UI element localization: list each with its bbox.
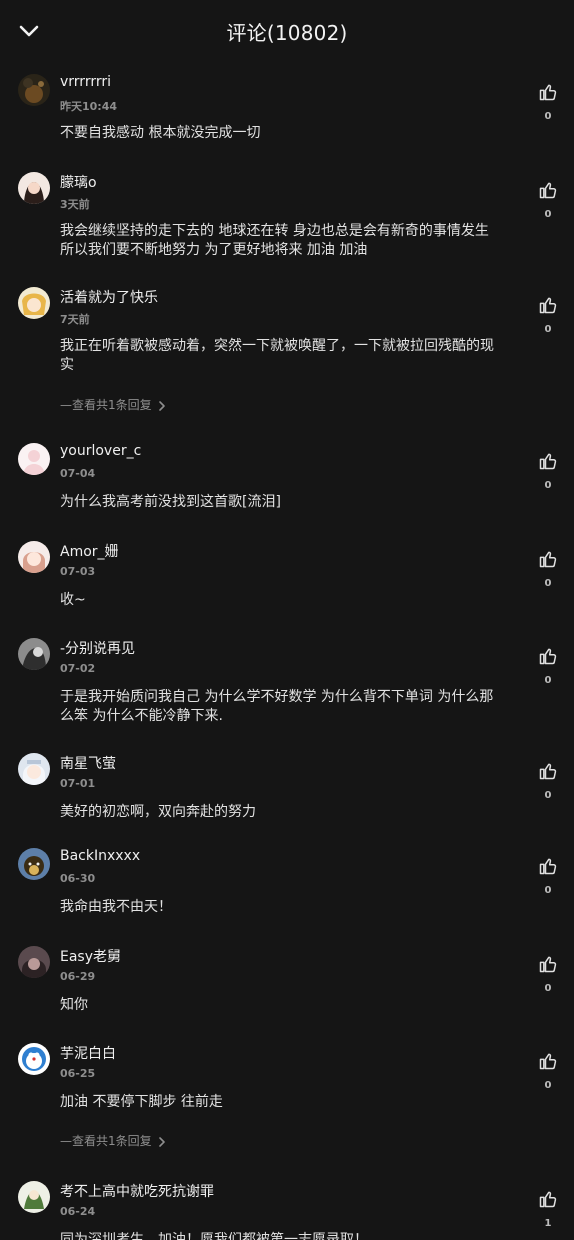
username[interactable]: yourlover_c bbox=[60, 443, 141, 459]
like-button[interactable] bbox=[536, 295, 560, 319]
like-count: 0 bbox=[544, 480, 552, 491]
username[interactable]: BackInxxxx bbox=[60, 848, 140, 864]
avatar[interactable] bbox=[18, 172, 50, 204]
comment-time: 06-30 bbox=[60, 872, 96, 885]
comment-time: 7天前 bbox=[60, 313, 90, 326]
comment-text: 我正在听着歌被感动着，突然一下就被唤醒了，一下就被拉回残酷的现实 bbox=[60, 338, 494, 373]
avatar[interactable] bbox=[18, 541, 50, 573]
chevron-right-icon bbox=[158, 400, 165, 411]
like-button[interactable] bbox=[536, 646, 560, 670]
username[interactable]: Easy老舅 bbox=[60, 946, 121, 966]
thumbs-up-icon bbox=[539, 84, 557, 101]
like-count: 0 bbox=[544, 885, 552, 896]
comment-item: 考不上高中就吃死抗谢罪 06-24 同为深圳考生，加油！愿我们都被第一志愿录取！… bbox=[0, 1181, 574, 1240]
comment-item: Amor_姗 07-03 收~ 0 bbox=[0, 541, 574, 621]
like-count: 0 bbox=[544, 111, 552, 122]
avatar[interactable] bbox=[18, 1043, 50, 1075]
thumbs-up-icon bbox=[539, 763, 557, 780]
avatar[interactable] bbox=[18, 848, 50, 880]
avatar[interactable] bbox=[18, 287, 50, 319]
comment-time: 07-02 bbox=[60, 662, 96, 675]
like-count: 0 bbox=[544, 578, 552, 589]
comment-text: 我会继续坚持的走下去的 地球还在转 身边也总是会有新奇的事情发生 所以我们要不断… bbox=[60, 223, 489, 258]
like-button[interactable] bbox=[536, 180, 560, 204]
like-button[interactable] bbox=[536, 1051, 560, 1075]
thumbs-up-icon bbox=[539, 1191, 557, 1208]
comment-text: 于是我开始质问我自己 为什么学不好数学 为什么背不下单词 为什么那么笨 为什么不… bbox=[60, 689, 494, 724]
thumbs-up-icon bbox=[539, 956, 557, 973]
avatar[interactable] bbox=[18, 638, 50, 670]
comment-text: 美好的初恋啊，双向奔赴的努力 bbox=[60, 804, 256, 820]
avatar[interactable] bbox=[18, 74, 50, 106]
comment-time: 07-04 bbox=[60, 467, 96, 480]
username[interactable]: 南星飞萤 bbox=[60, 753, 116, 773]
comment-item: yourlover_c 07-04 为什么我高考前没找到这首歌[流泪] 0 bbox=[0, 443, 574, 523]
comment-text: 加油 不要停下脚步 往前走 bbox=[60, 1094, 223, 1110]
header: 评论(10802) bbox=[0, 0, 574, 62]
comment-item: 南星飞萤 07-01 美好的初恋啊，双向奔赴的努力 0 bbox=[0, 753, 574, 833]
comment-text: 收~ bbox=[60, 592, 86, 608]
username[interactable]: 考不上高中就吃死抗谢罪 bbox=[60, 1181, 214, 1201]
like-button[interactable] bbox=[536, 761, 560, 785]
username[interactable]: -分别说再见 bbox=[60, 638, 135, 658]
like-count: 1 bbox=[544, 1218, 552, 1229]
username[interactable]: vrrrrrrri bbox=[60, 74, 111, 90]
comment-item: 芋泥白白 06-25 加油 不要停下脚步 往前走 —查看共1条回复 0 bbox=[0, 1043, 574, 1173]
page-title: 评论(10802) bbox=[226, 21, 348, 45]
comment-item: 朦璃o 3天前 我会继续坚持的走下去的 地球还在转 身边也总是会有新奇的事情发生… bbox=[0, 172, 574, 272]
avatar[interactable] bbox=[18, 753, 50, 785]
comment-item: BackInxxxx 06-30 我命由我不由天！ 0 bbox=[0, 848, 574, 928]
thumbs-up-icon bbox=[539, 297, 557, 314]
comment-time: 07-03 bbox=[60, 565, 96, 578]
username[interactable]: Amor_姗 bbox=[60, 541, 119, 561]
comment-item: 活着就为了快乐 7天前 我正在听着歌被感动着，突然一下就被唤醒了，一下就被拉回残… bbox=[0, 287, 574, 417]
view-replies-link[interactable]: —查看共1条回复 bbox=[60, 1132, 166, 1149]
avatar[interactable] bbox=[18, 946, 50, 978]
like-count: 0 bbox=[544, 1080, 552, 1091]
comment-time: 06-29 bbox=[60, 970, 96, 983]
like-button[interactable] bbox=[536, 549, 560, 573]
view-replies-label: —查看共1条回复 bbox=[60, 398, 152, 412]
comment-text: 我命由我不由天！ bbox=[60, 899, 172, 915]
like-count: 0 bbox=[544, 324, 552, 335]
like-button[interactable] bbox=[536, 82, 560, 106]
thumbs-up-icon bbox=[539, 182, 557, 199]
comment-item: -分别说再见 07-02 于是我开始质问我自己 为什么学不好数学 为什么背不下单… bbox=[0, 638, 574, 738]
comment-time: 昨天10:44 bbox=[60, 100, 118, 113]
username[interactable]: 朦璃o bbox=[60, 172, 97, 192]
avatar[interactable] bbox=[18, 443, 50, 475]
like-button[interactable] bbox=[536, 451, 560, 475]
comment-text: 不要自我感动 根本就没完成一切 bbox=[60, 125, 261, 141]
like-button[interactable] bbox=[536, 954, 560, 978]
comment-text: 知你 bbox=[60, 997, 88, 1013]
thumbs-up-icon bbox=[539, 453, 557, 470]
thumbs-up-icon bbox=[539, 648, 557, 665]
view-replies-link[interactable]: —查看共1条回复 bbox=[60, 396, 166, 413]
comment-item: vrrrrrrri 昨天10:44 不要自我感动 根本就没完成一切 0 bbox=[0, 74, 574, 164]
like-button[interactable] bbox=[536, 856, 560, 880]
like-count: 0 bbox=[544, 790, 552, 801]
comment-text: 为什么我高考前没找到这首歌[流泪] bbox=[60, 494, 281, 510]
comment-time: 3天前 bbox=[60, 198, 90, 211]
thumbs-up-icon bbox=[539, 551, 557, 568]
comment-time: 06-25 bbox=[60, 1067, 96, 1080]
username[interactable]: 活着就为了快乐 bbox=[60, 287, 158, 307]
chevron-right-icon bbox=[158, 1136, 165, 1147]
like-count: 0 bbox=[544, 983, 552, 994]
comment-time: 07-01 bbox=[60, 777, 96, 790]
view-replies-label: —查看共1条回复 bbox=[60, 1134, 152, 1148]
comments-page: 评论(10802) vrrrrrrri 昨天10:44 不要自我感动 根本就没完… bbox=[0, 0, 574, 1240]
comment-text: 同为深圳考生，加油！愿我们都被第一志愿录取！ bbox=[60, 1232, 368, 1240]
like-count: 0 bbox=[544, 209, 552, 220]
thumbs-up-icon bbox=[539, 858, 557, 875]
comment-time: 06-24 bbox=[60, 1205, 96, 1218]
comment-item: Easy老舅 06-29 知你 0 bbox=[0, 946, 574, 1026]
thumbs-up-icon bbox=[539, 1053, 557, 1070]
like-count: 0 bbox=[544, 675, 552, 686]
avatar[interactable] bbox=[18, 1181, 50, 1213]
like-button[interactable] bbox=[536, 1189, 560, 1213]
username[interactable]: 芋泥白白 bbox=[60, 1043, 116, 1063]
